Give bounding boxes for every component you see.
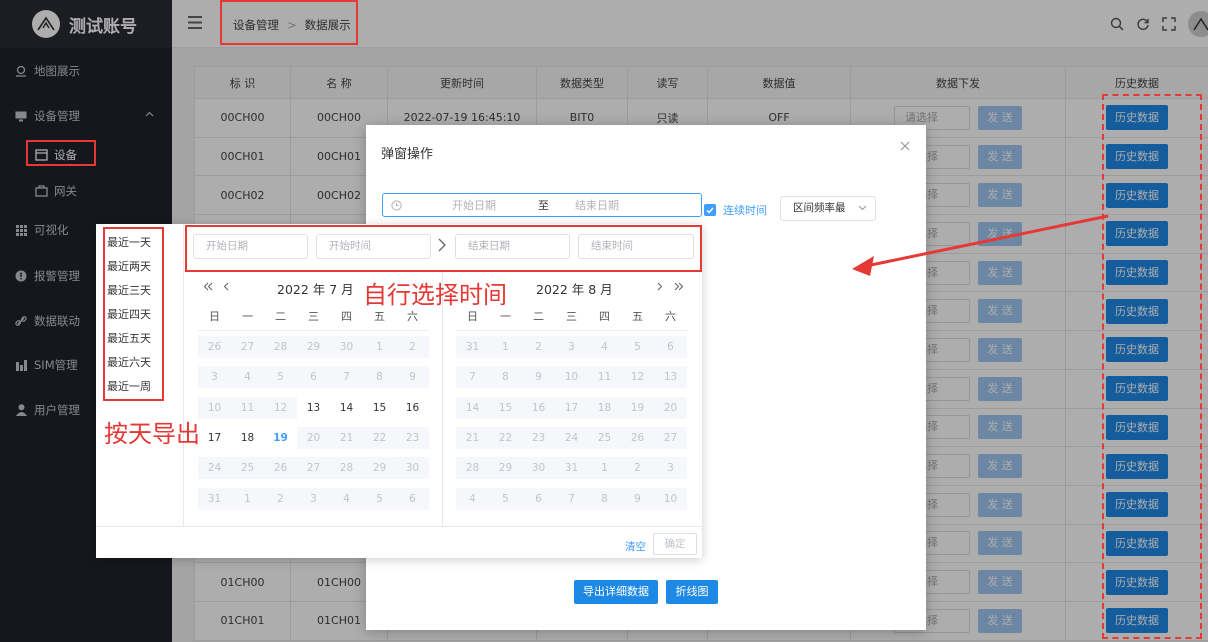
annotation-arrow <box>852 214 1109 276</box>
